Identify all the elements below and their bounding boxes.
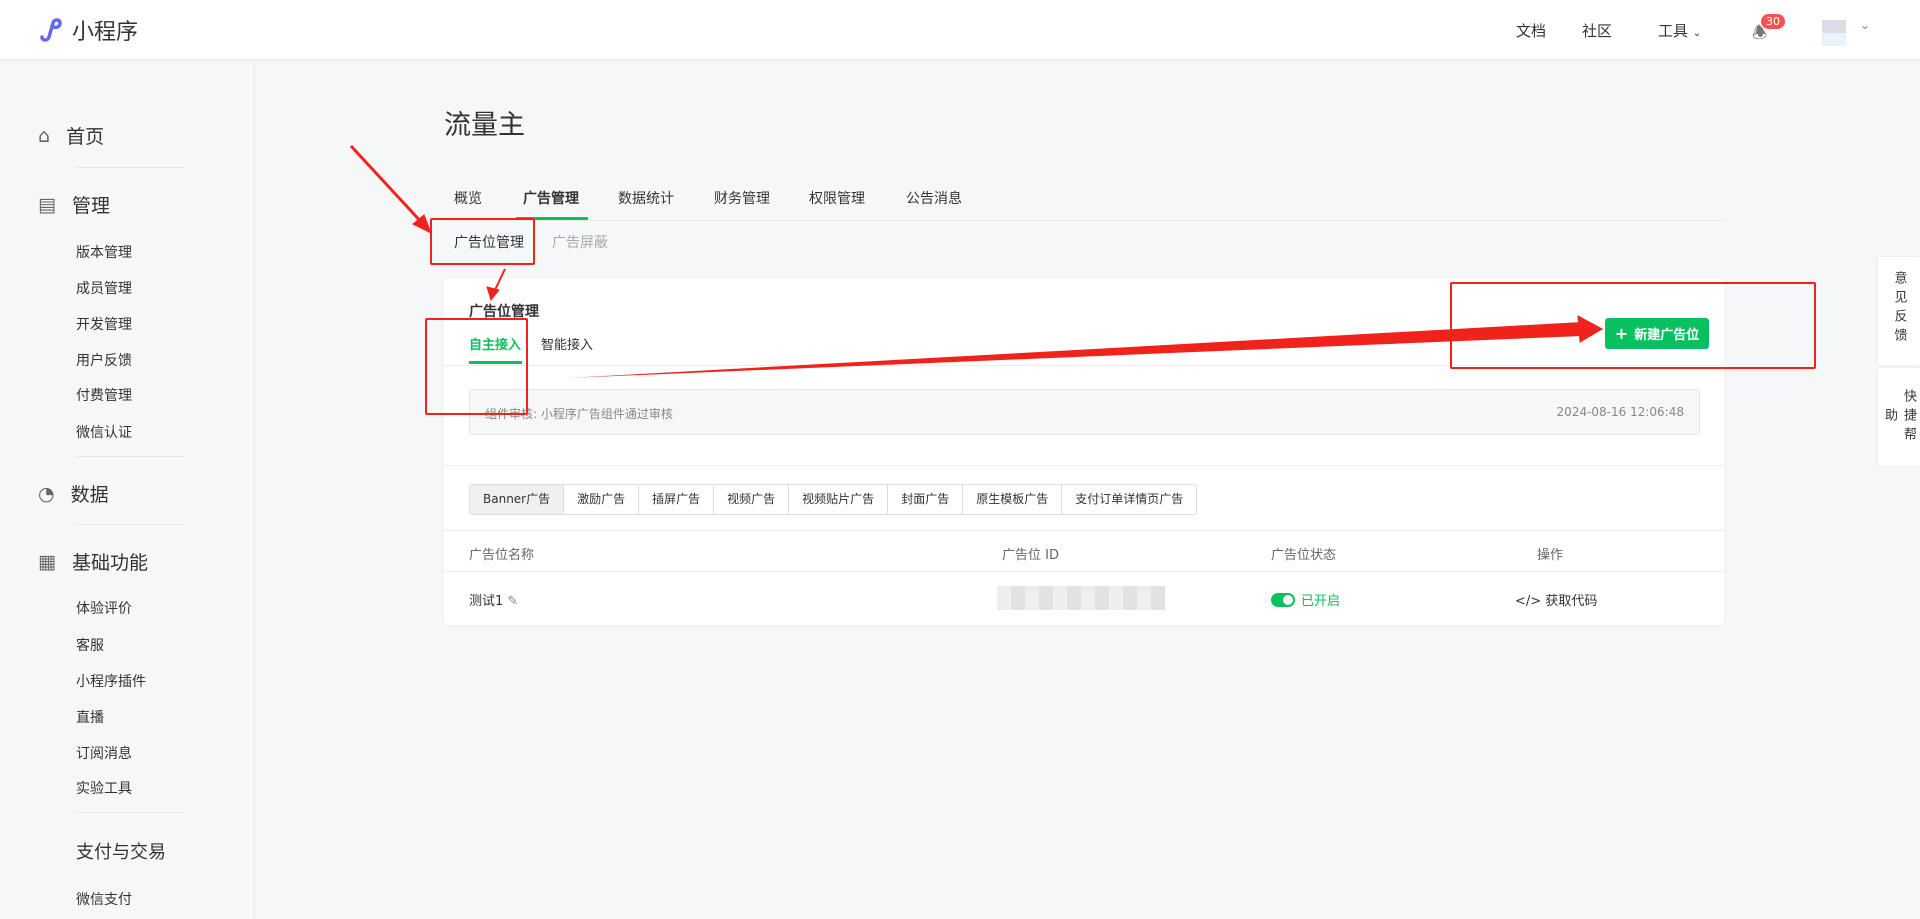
annotation-arrowhead — [1577, 315, 1604, 343]
annotation-arrow — [349, 144, 426, 227]
annotation-arrow — [493, 268, 506, 293]
annotation-arrowhead — [486, 286, 500, 302]
annotation-arrows — [349, 144, 1604, 378]
annotation-arrow — [568, 322, 1582, 378]
